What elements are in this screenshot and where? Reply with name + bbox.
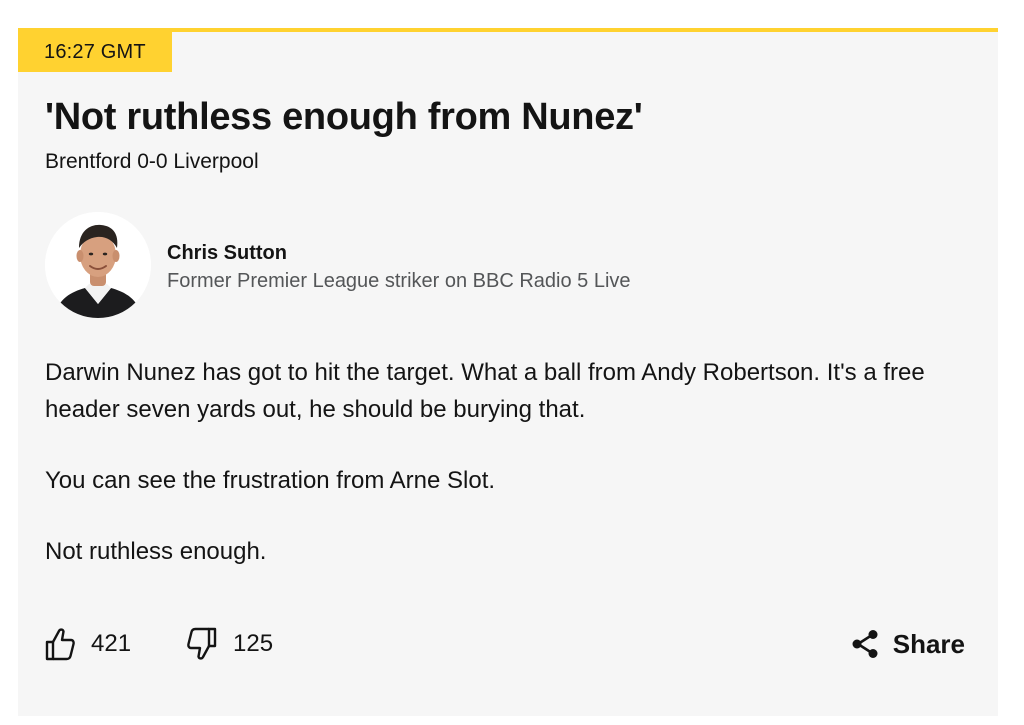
like-count: 421 [91,630,132,657]
post-body: Darwin Nunez has got to hit the target. … [45,354,985,604]
post-timestamp: 16:27 GMT [18,32,172,72]
share-icon [852,630,878,658]
dislike-count: 125 [233,630,274,657]
body-paragraph: You can see the frustration from Arne Sl… [45,467,496,494]
body-paragraph: Darwin Nunez has got to hit the target. … [45,359,925,423]
share-button[interactable]: Share [851,624,965,664]
contributor-role: Former Premier League striker on BBC Rad… [167,270,631,292]
share-label: Share [892,628,965,659]
like-button[interactable]: 421 [45,624,131,664]
post-subheadline: Brentford 0-0 Liverpool [45,150,259,173]
dislike-button[interactable]: 125 [187,624,273,664]
thumbs-down-icon [187,627,217,660]
contributor-photo-icon [45,212,151,318]
contributor-avatar [45,212,151,318]
thumbs-up-icon [45,628,75,661]
live-post-card: 16:27 GMT 'Not ruthless enough from Nune… [18,28,998,716]
contributor-name: Chris Sutton [167,242,287,264]
post-headline: 'Not ruthless enough from Nunez' [45,96,643,138]
reactions-bar: 421 125 Share [45,624,965,664]
body-paragraph: Not ruthless enough. [45,538,267,565]
